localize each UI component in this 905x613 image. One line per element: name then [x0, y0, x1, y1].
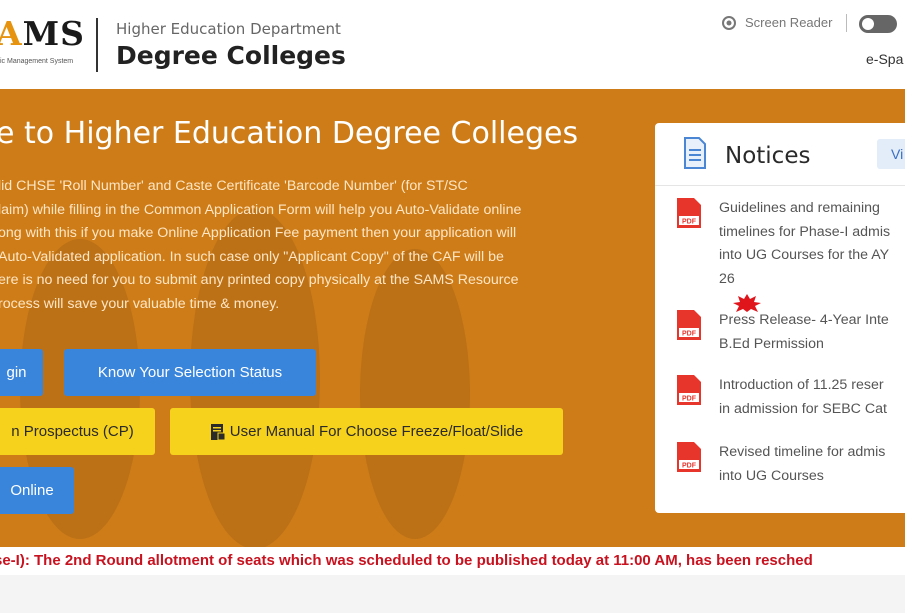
- intro-line: ong with this if you make Online Applica…: [0, 225, 517, 242]
- logo-subtitle: ic Management System: [0, 58, 74, 65]
- header-divider: [96, 18, 98, 72]
- notice-line: into UG Courses for the AY: [719, 247, 890, 264]
- notice-text: Introduction of 11.25 reser in admission…: [719, 374, 905, 421]
- notice-line: Revised timeline for admis: [719, 444, 886, 460]
- department-title: Degree Colleges: [116, 41, 346, 70]
- notices-title: Notices: [725, 143, 811, 169]
- logo-rest: MS: [22, 14, 85, 53]
- espace-link[interactable]: e-Spa: [866, 51, 903, 67]
- selection-status-button[interactable]: Know Your Selection Status: [64, 349, 316, 396]
- pdf-icon: PDF: [677, 375, 701, 405]
- notice-text: Guidelines and remaining timelines for P…: [719, 197, 905, 315]
- header-separator: [846, 14, 847, 32]
- contrast-toggle[interactable]: [859, 15, 897, 33]
- notices-doc-icon: [684, 137, 706, 169]
- notice-text: Press Release- 4-Year Inte B.Ed Permissi…: [719, 309, 905, 356]
- department-label: Higher Education Department: [116, 20, 341, 38]
- hero-banner: e to Higher Education Degree Colleges li…: [0, 89, 905, 547]
- intro-line: lid CHSE 'Roll Number' and Caste Certifi…: [0, 178, 468, 194]
- login-button[interactable]: gin: [0, 349, 43, 396]
- notice-line-end: 26: [719, 270, 735, 287]
- svg-text:PDF: PDF: [682, 463, 697, 470]
- user-manual-button[interactable]: User Manual For Choose Freeze/Float/Slid…: [170, 408, 563, 455]
- pdf-icon: PDF: [677, 198, 701, 228]
- notices-divider: [655, 185, 905, 186]
- notices-panel: Notices Vi PDF Guidelines and remaining …: [655, 123, 905, 513]
- toggle-knob: [862, 18, 874, 30]
- notice-line: B.Ed Permission: [719, 335, 824, 352]
- prospectus-button[interactable]: n Prospectus (CP): [0, 408, 155, 455]
- screen-reader-link[interactable]: Screen Reader: [745, 15, 832, 30]
- view-all-button[interactable]: Vi: [877, 139, 905, 169]
- ticker-text: se-I): The 2nd Round allotment of seats …: [0, 552, 813, 569]
- site-header: AMS ic Management System Higher Educatio…: [0, 0, 905, 89]
- pdf-icon: PDF: [677, 442, 701, 472]
- logo-accent: A: [0, 14, 23, 53]
- user-manual-label: User Manual For Choose Freeze/Float/Slid…: [229, 423, 524, 440]
- notice-line: in admission for SEBC Cat: [719, 400, 887, 417]
- intro-line: laim) while filling in the Common Applic…: [0, 201, 522, 218]
- notice-line: Press Release- 4-Year Inte: [719, 312, 889, 328]
- pdf-icon: PDF: [677, 310, 701, 340]
- notice-line: Guidelines and remaining: [719, 200, 880, 216]
- notice-line: Introduction of 11.25 reser: [719, 377, 884, 393]
- screen-reader-icon[interactable]: [721, 15, 737, 31]
- notice-line: 26: [719, 268, 905, 315]
- notice-line: timelines for Phase-I admis: [719, 223, 891, 240]
- intro-line: ere is no need for you to submit any pri…: [0, 272, 519, 289]
- sams-logo[interactable]: AMS: [0, 14, 85, 53]
- apply-online-button[interactable]: Online: [0, 467, 74, 514]
- intro-paragraph: lid CHSE 'Roll Number' and Caste Certifi…: [0, 175, 618, 317]
- svg-text:PDF: PDF: [682, 219, 697, 226]
- svg-text:PDF: PDF: [682, 331, 697, 338]
- manual-doc-icon: [210, 423, 226, 440]
- bottom-band: [0, 575, 905, 613]
- svg-text:PDF: PDF: [682, 396, 697, 403]
- welcome-heading: e to Higher Education Degree Colleges: [0, 116, 579, 151]
- notice-line: into UG Courses: [719, 467, 824, 484]
- news-ticker[interactable]: se-I): The 2nd Round allotment of seats …: [0, 547, 905, 575]
- intro-line: Auto-Validated application. In such case…: [0, 248, 504, 265]
- intro-line: rocess will save your valuable time & mo…: [0, 295, 280, 312]
- notice-text: Revised timeline for admis into UG Cours…: [719, 441, 905, 488]
